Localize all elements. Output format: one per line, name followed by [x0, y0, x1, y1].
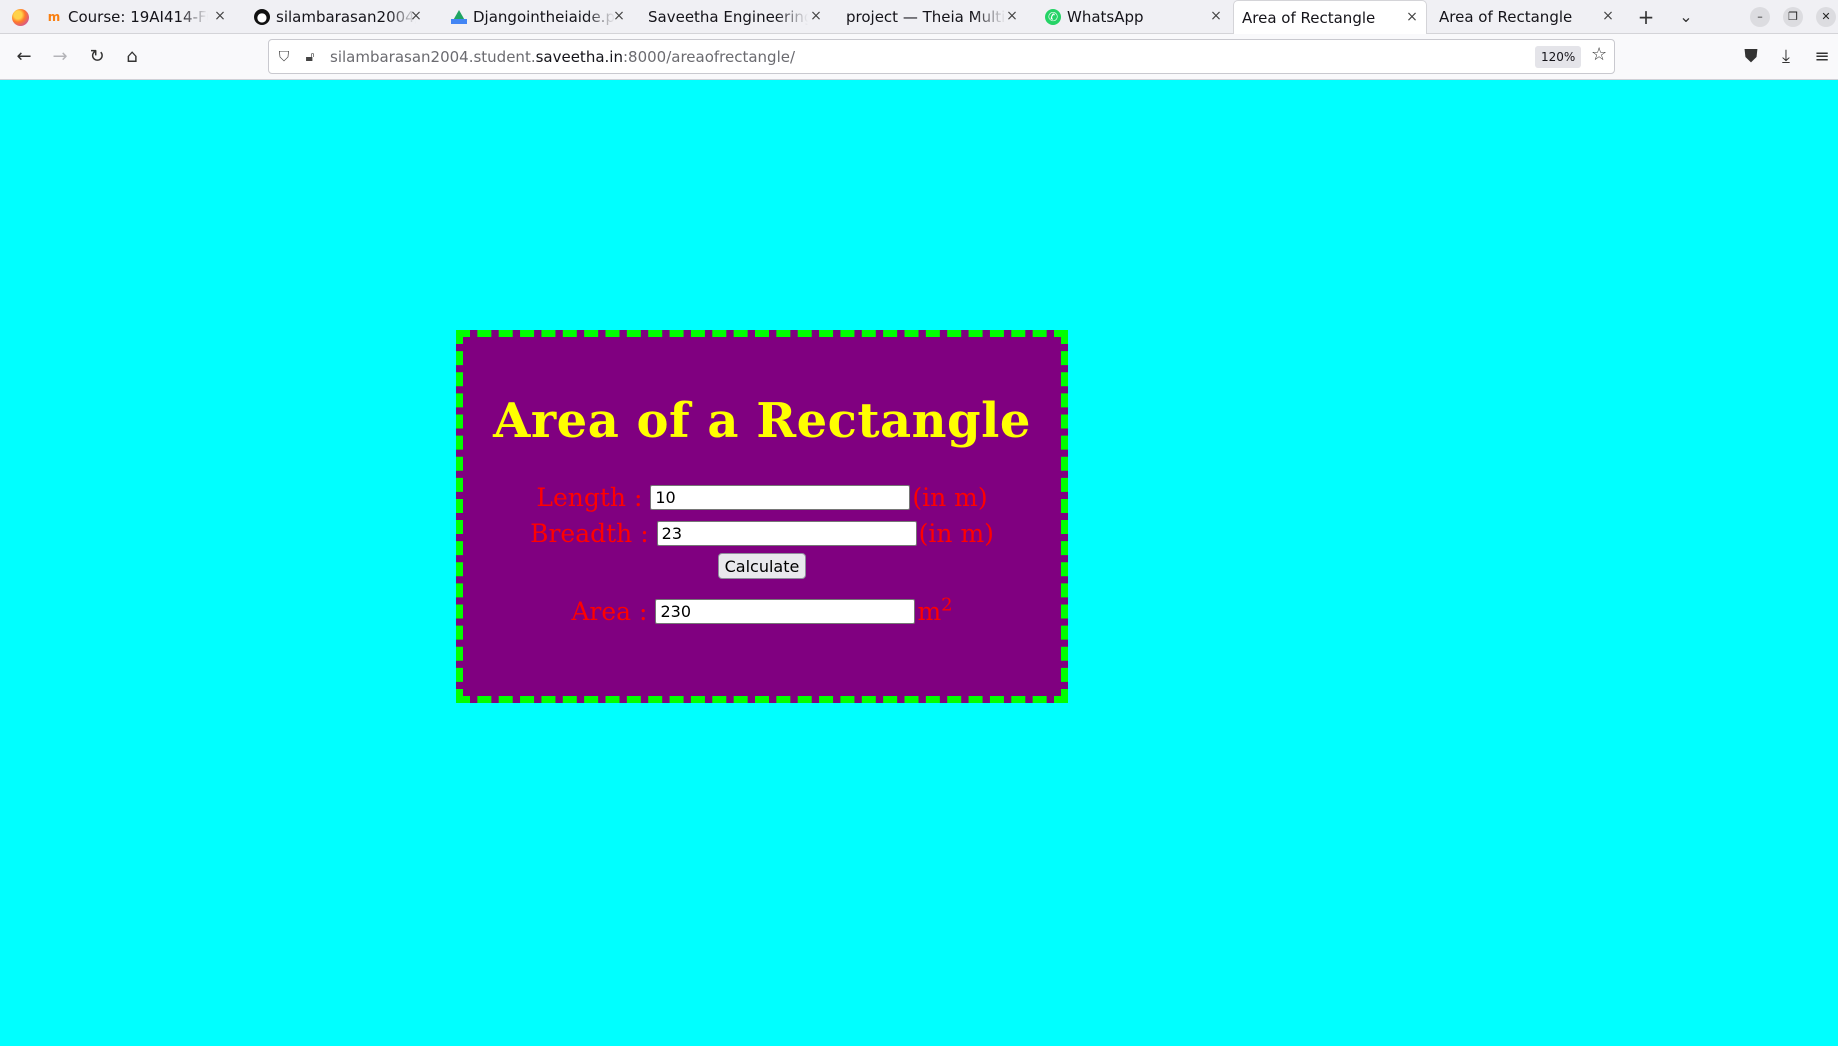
tab-label: WhatsApp: [1067, 8, 1144, 26]
firefox-view-icon[interactable]: [12, 9, 29, 26]
close-tab-icon[interactable]: ×: [1208, 8, 1224, 24]
tab-strip: m Course: 19AI414-Fundamentals × ● silam…: [0, 0, 1838, 35]
length-row: Length : (in m): [463, 479, 1061, 515]
downloads-icon[interactable]: ⤓: [1773, 44, 1799, 70]
github-icon: ●: [254, 9, 270, 25]
area-unit: m2: [917, 594, 953, 626]
new-tab-button[interactable]: +: [1634, 6, 1658, 28]
tab-area-of-rectangle-active[interactable]: Area of Rectangle ×: [1234, 1, 1426, 35]
breadth-unit: (in m): [918, 518, 994, 548]
zoom-level-badge[interactable]: 120%: [1535, 46, 1582, 68]
length-unit: (in m): [912, 482, 988, 512]
tab-label: Area of Rectangle: [1242, 9, 1376, 27]
restore-icon[interactable]: ❐: [1783, 7, 1803, 27]
length-label: Length :: [536, 482, 643, 512]
tab-label: Course: 19AI414-Fundamentals: [68, 8, 208, 26]
tab-whatsapp[interactable]: ✆ WhatsApp ×: [1045, 0, 1230, 34]
tab-label: silambarasan2004/set: [276, 8, 416, 26]
calculate-button[interactable]: Calculate: [717, 553, 807, 579]
bookmark-star-icon[interactable]: ☆: [1591, 44, 1607, 65]
close-tab-icon[interactable]: ×: [1004, 8, 1020, 24]
close-window-icon[interactable]: ✕: [1816, 7, 1836, 27]
tab-label: Djangointheiaide.pdf: [473, 8, 615, 26]
close-tab-icon[interactable]: ×: [1404, 9, 1420, 25]
forward-icon[interactable]: →: [47, 44, 73, 70]
minimize-icon[interactable]: –: [1750, 7, 1770, 27]
tracking-protection-shield-icon[interactable]: ⛉: [274, 47, 294, 67]
whatsapp-icon: ✆: [1045, 9, 1061, 25]
navigation-toolbar: ← → ↻ ⌂ ⛉ 🔓︎ silambarasan2004.student.sa…: [0, 34, 1838, 80]
insecure-connection-lock-icon[interactable]: 🔓︎: [300, 47, 320, 67]
google-drive-icon: [451, 9, 467, 25]
calculate-row: Calculate: [463, 553, 1061, 581]
app-menu-icon[interactable]: ≡: [1809, 44, 1835, 70]
page-title: Area of a Rectangle: [493, 393, 1031, 449]
area-output[interactable]: [655, 598, 916, 624]
pocket-icon[interactable]: ⛊: [1738, 44, 1764, 70]
area-row: Area : m2: [463, 593, 1061, 629]
breadth-label: Breadth :: [530, 518, 649, 548]
list-all-tabs-icon[interactable]: ⌄: [1674, 6, 1698, 28]
close-tab-icon[interactable]: ×: [212, 8, 228, 24]
reload-icon[interactable]: ↻: [84, 44, 110, 70]
moodle-icon: m: [47, 10, 61, 24]
tab-course[interactable]: m Course: 19AI414-Fundamentals ×: [46, 0, 234, 34]
close-tab-icon[interactable]: ×: [408, 8, 424, 24]
close-tab-icon[interactable]: ×: [611, 8, 627, 24]
tab-label: project — Theia Multi-La: [846, 8, 1006, 26]
tab-label: Area of Rectangle: [1439, 8, 1573, 26]
home-icon[interactable]: ⌂: [119, 44, 145, 70]
tab-area-of-rectangle[interactable]: Area of Rectangle ×: [1430, 0, 1622, 34]
tab-github[interactable]: ● silambarasan2004/set ×: [254, 0, 430, 34]
url-text[interactable]: silambarasan2004.student.saveetha.in:800…: [330, 48, 795, 66]
tab-label: Saveetha Engineering Co: [648, 8, 808, 26]
close-tab-icon[interactable]: ×: [1600, 8, 1616, 24]
length-input[interactable]: [650, 484, 911, 510]
calculator-panel: Area of a Rectangle Length : (in m) Brea…: [456, 330, 1068, 703]
tab-theia[interactable]: project — Theia Multi-La ×: [846, 0, 1026, 34]
tab-saveetha[interactable]: Saveetha Engineering Co ×: [648, 0, 830, 34]
breadth-row: Breadth : (in m): [463, 515, 1061, 551]
breadth-input[interactable]: [656, 520, 917, 546]
url-bar[interactable]: ⛉ 🔓︎ silambarasan2004.student.saveetha.i…: [268, 39, 1615, 74]
tab-drive-pdf[interactable]: Djangointheiaide.pdf ×: [451, 0, 633, 34]
back-icon[interactable]: ←: [11, 44, 37, 70]
close-tab-icon[interactable]: ×: [808, 8, 824, 24]
area-label: Area :: [571, 596, 648, 626]
